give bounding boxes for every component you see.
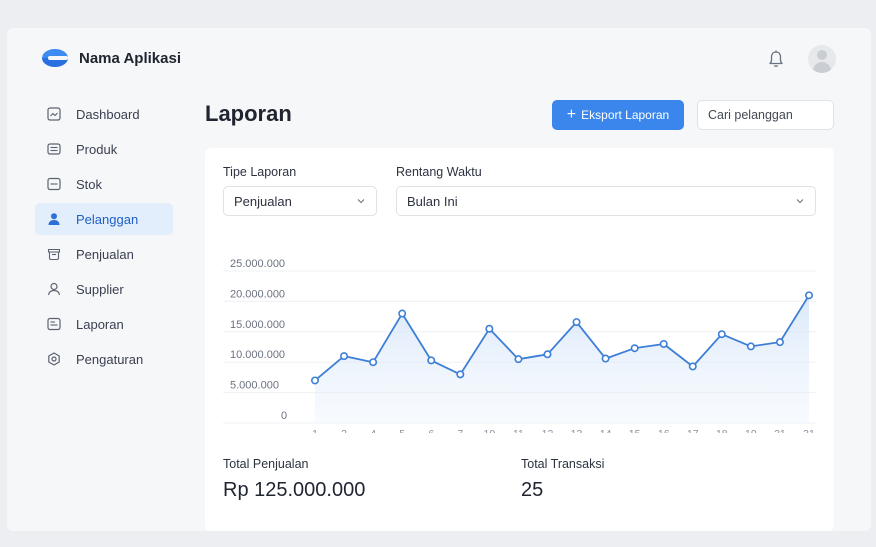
data-point[interactable] [630,344,639,353]
total-sales-label: Total Penjualan [223,457,309,471]
x-tick-label: 18 [716,428,728,433]
dashboard-icon [47,107,61,121]
report-type-label: Tipe Laporan [223,165,297,179]
y-tick-label: 10.000.000 [230,349,285,361]
export-button-label: Eksport Laporan [581,108,670,122]
x-tick-label: 15 [629,428,641,433]
chart-area [315,295,809,423]
supplier-icon [47,282,61,296]
sidebar-item-dashboard[interactable]: Dashboard [35,98,173,130]
x-tick-label: 31 [803,428,815,433]
export-report-button[interactable]: + Eksport Laporan [552,100,684,130]
data-point[interactable] [717,330,726,339]
data-point[interactable] [572,318,581,327]
x-tick-label: 19 [745,428,757,433]
data-point[interactable] [746,342,755,351]
date-range-label: Rentang Waktu [396,165,482,179]
sidebar-item-label: Stok [76,176,103,192]
app-logo-icon [42,49,68,67]
sidebar-item-label: Pengaturan [76,351,144,367]
sidebar-item-penjualan[interactable]: Penjualan [35,238,173,270]
sales-icon [47,248,61,261]
search-input[interactable]: Cari pelanggan [697,100,834,130]
y-tick-label: 25.000.000 [230,258,285,270]
report-type-select[interactable]: Penjualan [223,186,377,216]
sidebar: Dashboard Produk Stok Pelanggan Penjuala… [35,98,173,378]
sidebar-item-label: Produk [76,141,118,157]
x-tick-label: 1 [312,428,318,433]
chevron-down-icon [357,199,365,204]
data-point[interactable] [485,324,494,333]
data-point[interactable] [659,339,668,348]
y-tick-label: 20.000.000 [230,288,285,300]
page-title: Laporan [205,101,292,126]
x-tick-label: 16 [658,428,670,433]
product-icon [47,143,61,155]
sales-line-chart: 0 5.000.000 10.000.000 15.000.000 20.000.000… [223,258,816,433]
chevron-down-icon [796,199,804,204]
y-tick-label: 5.000.000 [230,380,279,392]
brand[interactable]: Nama Aplikasi [42,49,181,67]
x-tick-label: 6 [428,428,434,433]
data-point[interactable] [543,350,552,359]
report-icon [47,317,61,331]
total-transactions-value: 25 [521,479,544,501]
app-name: Nama Aplikasi [79,49,181,67]
user-icon [48,213,60,225]
sidebar-item-pelanggan[interactable]: Pelanggan [35,203,173,235]
x-tick-label: 10 [484,428,496,433]
sidebar-item-label: Penjualan [76,246,134,262]
data-point[interactable] [311,376,320,385]
data-point[interactable] [340,352,349,361]
report-type-value: Penjualan [234,193,292,209]
avatar-head [817,50,827,60]
data-point[interactable] [514,355,523,364]
avatar-body [813,62,831,73]
user-avatar[interactable] [808,45,836,73]
data-point[interactable] [456,370,465,379]
date-range-select[interactable]: Bulan Ini [396,186,816,216]
data-point[interactable] [398,309,407,318]
y-tick-label: 0 [281,410,287,422]
total-transactions-label: Total Transaksi [521,457,605,471]
sidebar-item-label: Pelanggan [76,211,139,227]
x-tick-label: 12 [542,428,554,433]
sidebar-item-produk[interactable]: Produk [35,133,173,165]
x-tick-label: 21 [774,428,786,433]
sidebar-item-laporan[interactable]: Laporan [35,308,173,340]
total-sales-value: Rp 125.000.000 [223,479,366,501]
stock-icon [47,177,61,191]
settings-icon [48,352,60,366]
sidebar-item-pengaturan[interactable]: Pengaturan [35,343,173,375]
x-tick-label: 7 [457,428,463,433]
notification-bell-icon[interactable] [766,49,786,69]
data-point[interactable] [775,338,784,347]
plus-icon: + [566,106,577,123]
date-range-value: Bulan Ini [407,193,458,209]
sidebar-item-supplier[interactable]: Supplier [35,273,173,305]
sidebar-item-label: Supplier [76,281,124,297]
sidebar-item-stok[interactable]: Stok [35,168,173,200]
data-point[interactable] [601,354,610,363]
sidebar-item-label: Dashboard [76,106,140,122]
data-point[interactable] [804,291,813,300]
x-tick-label: 11 [513,428,524,433]
data-point[interactable] [369,358,378,367]
x-tick-label: 14 [600,428,612,433]
top-actions [766,45,836,73]
y-tick-label: 15.000.000 [230,319,285,331]
x-tick-label: 2 [341,428,347,433]
search-placeholder: Cari pelanggan [708,108,793,122]
app-window: Nama Aplikasi Dashboard Produk Stok Pela… [7,28,871,531]
sidebar-item-label: Laporan [76,316,124,332]
x-tick-label: 5 [399,428,405,433]
x-tick-label: 13 [571,428,583,433]
report-card: Tipe Laporan Penjualan Rentang Waktu Bul… [205,148,834,531]
x-tick-label: 17 [687,428,699,433]
data-point[interactable] [427,356,436,365]
data-point[interactable] [688,362,697,371]
x-tick-label: 4 [370,428,376,433]
